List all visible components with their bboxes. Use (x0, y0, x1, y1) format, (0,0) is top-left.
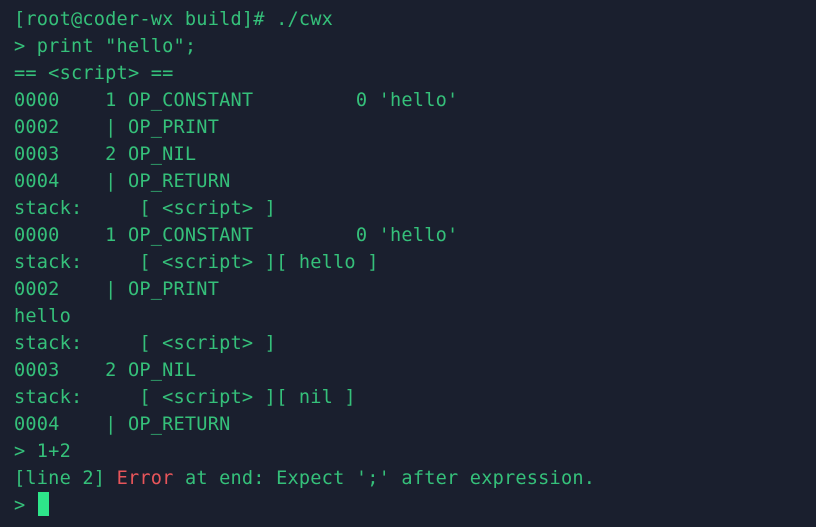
disassembly-line: 0000 1 OP_CONSTANT 0 'hello' (14, 90, 459, 111)
error-line-suffix: at end: Expect ';' after expression. (173, 468, 596, 489)
shell-command-line: [root@coder-wx build]# ./cwx (14, 9, 334, 30)
error-keyword: Error (116, 468, 174, 489)
stack-trace-line: stack: [ <script> ][ hello ] (14, 252, 379, 273)
stack-trace-line: stack: [ <script> ][ nil ] (14, 387, 356, 408)
stack-trace-line: stack: [ <script> ] (14, 198, 277, 219)
error-message-line: [line 2] Error at end: Expect ';' after … (14, 465, 816, 492)
text-cursor (37, 492, 49, 516)
program-output-line: hello (14, 306, 71, 327)
stack-trace-line: stack: [ <script> ] (14, 333, 277, 354)
repl-input-line: > print "hello"; (14, 36, 197, 57)
prompt-symbol: > (14, 495, 26, 516)
disassembly-line: 0003 2 OP_NIL (14, 144, 197, 165)
disassembly-line: 0003 2 OP_NIL (14, 360, 197, 381)
disassembly-line: 0004 | OP_RETURN (14, 414, 231, 435)
disassembly-line: 0002 | OP_PRINT (14, 117, 220, 138)
disassembly-line: 0000 1 OP_CONSTANT 0 'hello' (14, 225, 459, 246)
error-line-prefix: [line 2] (14, 468, 117, 489)
terminal-output[interactable]: [root@coder-wx build]# ./cwx > print "he… (0, 0, 816, 527)
repl-prompt-line[interactable]: > (14, 492, 816, 519)
disassembly-line: 0002 | OP_PRINT (14, 279, 220, 300)
chunk-header: == <script> == (14, 63, 174, 84)
repl-input-line: > 1+2 (14, 441, 71, 462)
disassembly-line: 0004 | OP_RETURN (14, 171, 231, 192)
